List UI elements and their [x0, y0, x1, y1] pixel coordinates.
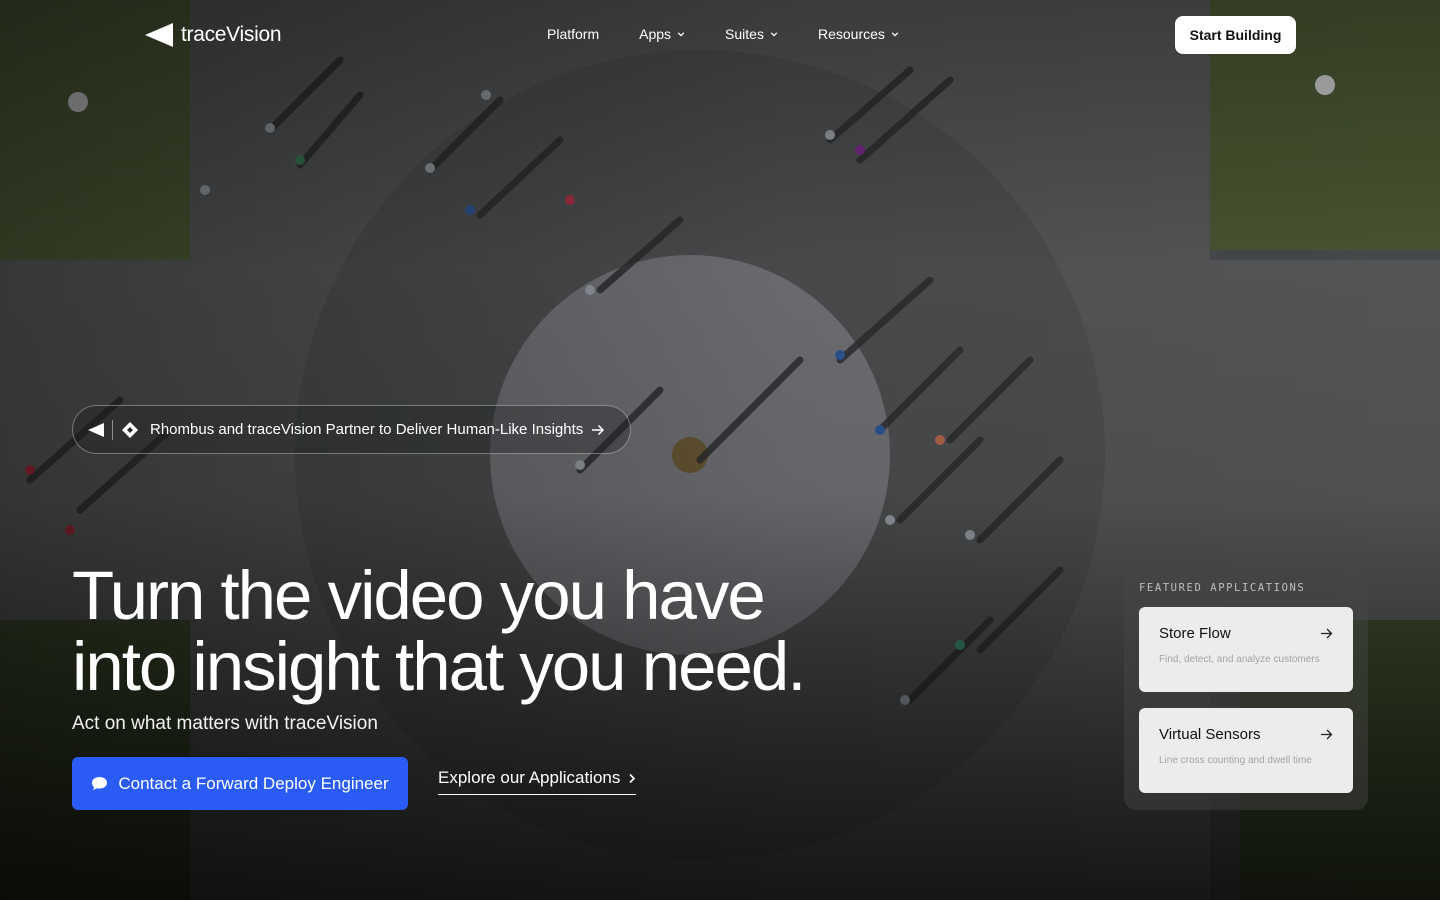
arrow-right-icon [1321, 628, 1333, 639]
hero-headline-line-1: Turn the video you have [72, 557, 766, 634]
announcement-text: Rhombus and traceVision Partner to Deliv… [150, 421, 584, 438]
chat-bubble-icon [92, 777, 108, 790]
brand-home-link[interactable]: traceVision [143, 21, 282, 49]
nav-item-label: Apps [639, 26, 672, 42]
featured-applications-heading: FEATURED APPLICATIONS [1139, 582, 1306, 594]
nav-item-label: Suites [725, 26, 764, 42]
app-card-description: Find, detect, and analyze customers [1159, 654, 1320, 665]
explore-applications-label: Explore our Applications [438, 768, 621, 787]
main-menu: Platform Apps Suites Resources [547, 26, 899, 42]
chevron-down-icon [770, 32, 778, 37]
contact-engineer-label: Contact a Forward Deploy Engineer [118, 773, 389, 793]
chevron-right-icon [629, 773, 636, 783]
arrow-right-icon [1321, 729, 1333, 740]
app-card-title: Store Flow [1159, 625, 1231, 642]
app-card-title: Virtual Sensors [1159, 726, 1261, 743]
divider [112, 419, 113, 440]
featured-applications-panel: FEATURED APPLICATIONS Store Flow Find, d… [1124, 568, 1368, 810]
top-navigation: traceVision Platform Apps Suites Resourc… [0, 0, 1440, 70]
contact-engineer-button[interactable]: Contact a Forward Deploy Engineer [72, 757, 408, 810]
start-building-button[interactable]: Start Building [1175, 16, 1296, 54]
nav-item-resources[interactable]: Resources [818, 26, 899, 42]
nav-item-apps[interactable]: Apps [639, 26, 685, 42]
tracevision-logo-icon [87, 422, 105, 438]
nav-item-platform[interactable]: Platform [547, 26, 599, 42]
rhombus-logo-icon [121, 421, 139, 439]
chevron-down-icon [891, 32, 899, 37]
app-card-virtual-sensors[interactable]: Virtual Sensors Line cross counting and … [1139, 708, 1353, 793]
nav-item-label: Resources [817, 26, 885, 42]
arrow-right-icon [591, 424, 605, 436]
hero-headline: Turn the video you have into insight tha… [72, 560, 932, 702]
brand-name: traceVision [181, 23, 282, 46]
app-card-description: Line cross counting and dwell time [1159, 755, 1312, 766]
hero-subtitle: Act on what matters with traceVision [72, 713, 378, 734]
nav-item-label: Platform [547, 26, 600, 42]
hero-headline-line-2: into insight that you need. [72, 628, 806, 705]
announcement-banner-link[interactable]: Rhombus and traceVision Partner to Deliv… [72, 405, 631, 454]
nav-item-suites[interactable]: Suites [725, 26, 778, 42]
tracevision-logo-icon [143, 21, 175, 49]
chevron-down-icon [677, 32, 685, 37]
explore-applications-link[interactable]: Explore our Applications [438, 768, 637, 795]
app-card-store-flow[interactable]: Store Flow Find, detect, and analyze cus… [1139, 607, 1353, 692]
